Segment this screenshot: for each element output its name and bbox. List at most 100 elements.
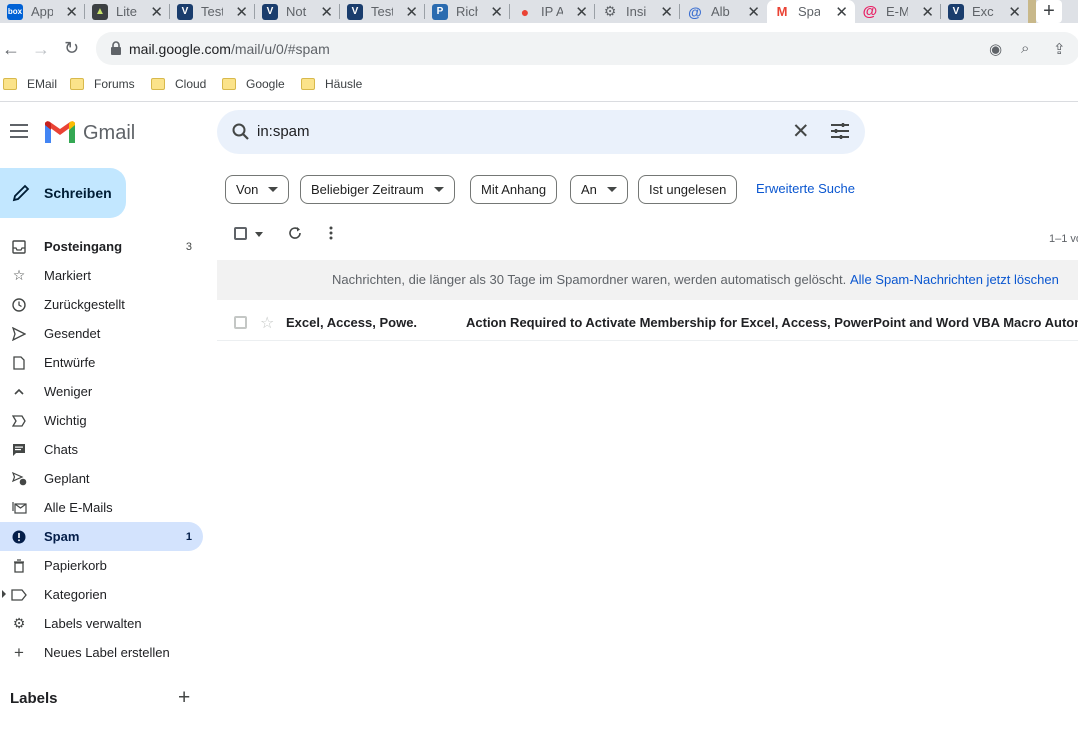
close-tab-icon[interactable]: ✕	[921, 3, 934, 21]
at-icon: @	[862, 3, 878, 20]
filter-attachment-chip[interactable]: Mit Anhang	[470, 175, 558, 204]
v-logo-icon: V	[262, 3, 278, 20]
chip-label: Beliebiger Zeitraum	[311, 182, 424, 197]
filter-unread-chip[interactable]: Ist ungelesen	[638, 175, 738, 204]
all-mail-icon	[11, 500, 27, 516]
close-tab-icon[interactable]: ✕	[405, 3, 418, 21]
folder-icon	[3, 78, 17, 90]
sidebar-item-alle-e-mails[interactable]: Alle E-Mails	[0, 493, 203, 522]
tab-title: E-M	[886, 4, 908, 19]
bookmark-folder[interactable]: Cloud	[151, 77, 206, 91]
new-tab-button[interactable]: +	[1036, 0, 1062, 23]
box-icon: box	[7, 3, 23, 20]
filter-to-chip[interactable]: An	[570, 175, 628, 204]
spam-notice-banner: Nachrichten, die länger als 30 Tage im S…	[217, 260, 1078, 300]
close-tab-icon[interactable]: ✕	[575, 3, 588, 21]
sidebar-item-gesendet[interactable]: Gesendet	[0, 319, 203, 348]
message-subject: Action Required to Activate Membership f…	[466, 315, 1078, 330]
search-input[interactable]: in:spam	[257, 123, 310, 140]
sidebar-item-posteingang[interactable]: Posteingang 3	[0, 232, 203, 261]
bookmark-folder[interactable]: Forums	[70, 77, 135, 91]
reload-icon[interactable]: ↻	[64, 38, 79, 59]
sidebar-item-zurueckgestellt[interactable]: Zurückgestellt	[0, 290, 203, 319]
browser-tab[interactable]: @ Alb ✕	[680, 0, 767, 23]
compose-button[interactable]: Schreiben	[0, 168, 126, 218]
sidebar-item-label: Papierkorb	[44, 558, 107, 573]
close-tab-icon[interactable]: ✕	[490, 3, 503, 21]
search-icon[interactable]	[231, 122, 251, 142]
tab-overflow-edge	[1028, 0, 1036, 23]
more-options-icon[interactable]	[329, 226, 333, 240]
compose-label: Schreiben	[44, 185, 112, 201]
search-options-icon[interactable]	[831, 123, 849, 139]
label-icon	[11, 587, 27, 603]
close-tab-icon[interactable]: ✕	[320, 3, 333, 21]
back-arrow-icon[interactable]: ←	[2, 39, 20, 60]
close-tab-icon[interactable]: ✕	[1008, 3, 1021, 21]
select-dropdown-icon[interactable]	[255, 232, 263, 237]
browser-tab[interactable]: V Test ✕	[170, 0, 255, 23]
browser-tab-active[interactable]: M Spa ✕	[767, 0, 855, 23]
bookmark-folder[interactable]: Google	[222, 77, 285, 91]
mail-search-bar[interactable]: in:spam ✕	[217, 110, 865, 154]
filter-date-chip[interactable]: Beliebiger Zeitraum	[300, 175, 455, 204]
folder-icon	[301, 78, 315, 90]
close-tab-icon[interactable]: ✕	[747, 3, 760, 21]
browser-tab[interactable]: @ E-M ✕	[855, 0, 941, 23]
advanced-search-link[interactable]: Erweiterte Suche	[756, 181, 855, 196]
browser-tab[interactable]: ▲ Lite ✕	[85, 0, 170, 23]
browser-tab[interactable]: ⚙ Insi ✕	[595, 0, 680, 23]
sidebar-item-weniger[interactable]: Weniger	[0, 377, 203, 406]
row-checkbox[interactable]	[234, 316, 247, 329]
add-label-button[interactable]: +	[178, 686, 190, 710]
sidebar-item-entwuerfe[interactable]: Entwürfe	[0, 348, 203, 377]
browser-tab[interactable]: P Rich ✕	[425, 0, 510, 23]
share-icon[interactable]: ⇪	[1053, 40, 1066, 58]
eye-off-icon[interactable]: ◉	[989, 40, 1002, 58]
close-tab-icon[interactable]: ✕	[235, 3, 248, 21]
forward-arrow-icon[interactable]: →	[32, 39, 50, 60]
chat-icon	[11, 442, 27, 458]
sidebar-item-papierkorb[interactable]: Papierkorb	[0, 551, 203, 580]
browser-tab[interactable]: box App ✕	[0, 0, 85, 23]
sidebar-item-wichtig[interactable]: Wichtig	[0, 406, 203, 435]
table-row[interactable]: ☆ Excel, Access, Powe. Action Required t…	[217, 304, 1078, 341]
sidebar-item-labels-verwalten[interactable]: ⚙ Labels verwalten	[0, 609, 203, 638]
trash-icon	[11, 558, 27, 574]
clear-search-icon[interactable]: ✕	[792, 119, 810, 144]
bookmark-folder[interactable]: Häusle	[301, 77, 362, 91]
sidebar-item-label: Spam	[44, 529, 80, 544]
bookmark-folder[interactable]: EMail	[3, 77, 57, 91]
select-all-checkbox[interactable]	[234, 227, 247, 240]
bookmark-label: EMail	[27, 77, 58, 91]
browser-tab[interactable]: V Test ✕	[340, 0, 425, 23]
sidebar-item-markiert[interactable]: ☆ Markiert	[0, 261, 203, 290]
delete-all-spam-link[interactable]: Alle Spam-Nachrichten jetzt löschen	[850, 272, 1059, 287]
close-tab-icon[interactable]: ✕	[660, 3, 673, 21]
zoom-icon[interactable]: ⌕	[1021, 40, 1029, 57]
refresh-icon[interactable]	[288, 226, 302, 240]
star-icon[interactable]: ☆	[260, 313, 274, 333]
browser-tab[interactable]: V Not ✕	[255, 0, 340, 23]
sidebar-item-kategorien[interactable]: Kategorien	[0, 580, 203, 609]
bookmark-label: Google	[246, 77, 285, 91]
unread-count: 3	[185, 240, 192, 253]
close-tab-icon[interactable]: ✕	[150, 3, 163, 21]
expand-caret-icon[interactable]	[2, 590, 6, 598]
unread-count: 1	[185, 530, 192, 543]
filter-from-chip[interactable]: Von	[225, 175, 290, 204]
sidebar-item-neues-label[interactable]: + Neues Label erstellen	[0, 638, 203, 667]
star-icon: ☆	[12, 267, 26, 283]
sidebar-item-label: Labels verwalten	[44, 616, 142, 631]
scheduled-icon	[11, 471, 27, 487]
sidebar-item-label: Weniger	[44, 384, 93, 399]
sidebar-item-chats[interactable]: Chats	[0, 435, 203, 464]
sidebar-item-spam[interactable]: Spam 1	[0, 522, 203, 551]
main-menu-icon[interactable]	[10, 124, 28, 142]
sidebar-item-geplant[interactable]: Geplant	[0, 464, 203, 493]
browser-tab[interactable]: ● IP A ✕	[510, 0, 595, 23]
browser-tab[interactable]: V Exc ✕	[941, 0, 1028, 23]
close-tab-icon[interactable]: ✕	[835, 3, 848, 21]
send-icon	[11, 326, 27, 342]
close-tab-icon[interactable]: ✕	[65, 3, 78, 21]
